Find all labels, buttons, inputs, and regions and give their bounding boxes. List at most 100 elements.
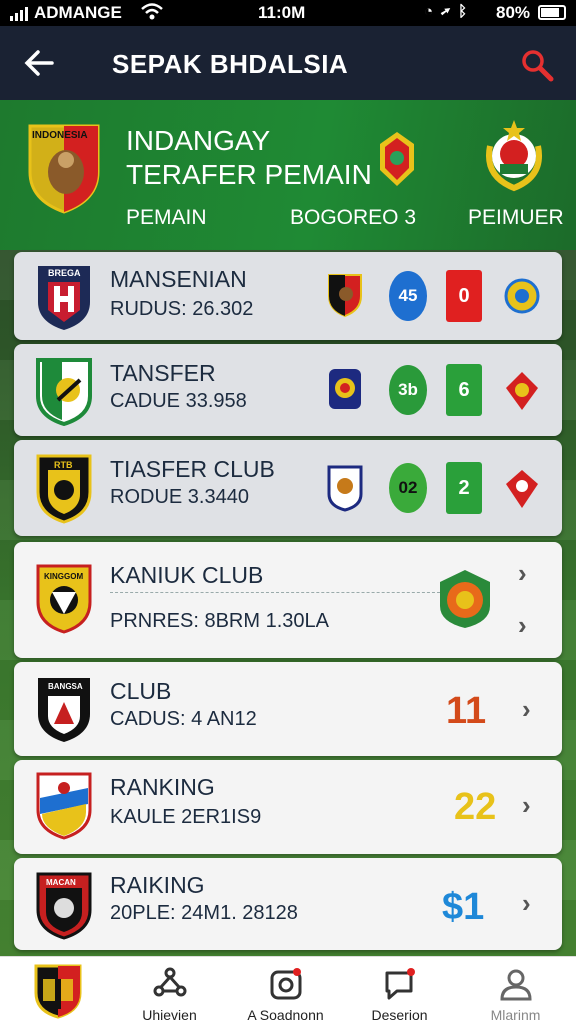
nav-item-camera[interactable]: A Soadnonn: [228, 957, 343, 1024]
club-stat: PRNRES: 8BRM 1.30LA: [110, 610, 329, 632]
nav-item-network[interactable]: Uhievien: [112, 957, 227, 1024]
chevron-right-icon[interactable]: ›: [522, 790, 531, 821]
club-crest-logo: MACAN: [34, 870, 94, 942]
nav-label: Mlarinm: [490, 1007, 541, 1023]
club-card[interactable]: BREGA MANSENIAN RUDUS: 26.302 45 0: [14, 252, 562, 340]
club-stat: KAULE 2ER1IS9: [110, 806, 262, 828]
crest-icon: [326, 464, 364, 512]
banner-label-right: PEIMUER: [468, 206, 564, 229]
club-name: RAIKING: [110, 872, 205, 898]
rank-number: 22: [454, 786, 497, 828]
nav-label: Uhievien: [142, 1007, 197, 1023]
chip-value: 45: [398, 286, 418, 305]
search-icon[interactable]: [520, 48, 554, 82]
chip-value: 02: [398, 478, 418, 497]
gold-badge-icon: [504, 276, 540, 316]
chevron-right-icon[interactable]: ›: [518, 558, 527, 589]
shield-badge-icon: [504, 468, 540, 510]
club-crest-logo: BANGSA: [34, 674, 94, 746]
club-card[interactable]: MACAN RAIKING 20PLE: 24M1. 28128 $1 ›: [14, 858, 562, 950]
club-card[interactable]: TANSFER CADUE 33.958 3b 6: [14, 344, 562, 436]
crest-icon: [326, 272, 364, 318]
club-card[interactable]: KINGGOM KANIUK CLUB PRNRES: 8BRM 1.30LA …: [14, 542, 562, 658]
club-crest-logo: RTB: [34, 452, 94, 524]
battery-icon: [538, 5, 566, 20]
chevron-right-icon[interactable]: ›: [522, 694, 531, 725]
club-crest-logo: KINGGOM: [34, 562, 94, 634]
chevron-right-icon[interactable]: ›: [518, 610, 527, 641]
club-stat: 20PLE: 24M1. 28128: [110, 902, 298, 924]
score-chip-blue: 45: [388, 270, 428, 322]
page-title: SEPAK BHDALSIA: [112, 49, 349, 79]
chip-value: 2: [458, 476, 470, 499]
chevron-right-icon[interactable]: ›: [522, 888, 531, 919]
divider: [110, 592, 440, 593]
bottom-nav: Uhievien A Soadnonn Deserion Mlarinm: [0, 956, 576, 1024]
club-crest-logo: [34, 356, 94, 428]
featured-banner[interactable]: INDONESIA INDANGAY TERAFER PEMAIN PEMAIN…: [0, 100, 576, 250]
logo-text: BANGSA: [48, 682, 83, 691]
crest-icon: [326, 366, 364, 412]
profile-icon: [499, 967, 533, 1001]
carrier-name: ADMANGE: [34, 3, 122, 22]
logo-text: MACAN: [46, 878, 76, 887]
club-card[interactable]: RANKING KAULE 2ER1IS9 22 ›: [14, 760, 562, 854]
club-name: MANSENIAN: [110, 266, 247, 292]
club-name: RANKING: [110, 774, 215, 800]
wreath-emblem-icon: [478, 116, 550, 194]
club-card[interactable]: BANGSA CLUB CADUS: 4 AN12 11 ›: [14, 662, 562, 756]
shield-badge-icon: [504, 370, 540, 412]
club-stat: CADUE 33.958: [110, 390, 247, 412]
club-stat: CADUS: 4 AN12: [110, 708, 257, 730]
back-arrow-icon[interactable]: [22, 46, 56, 86]
score-chip-green: 3b: [388, 364, 428, 416]
banner-label-left: PEMAIN: [126, 206, 207, 229]
crest-text: INDONESIA: [32, 130, 88, 141]
club-name: CLUB: [110, 678, 172, 704]
wifi-icon: [140, 2, 164, 27]
chip-value: 6: [458, 378, 470, 401]
chip-value: 0: [458, 284, 470, 307]
banner-label-mid: BOGOREO 3: [290, 206, 417, 229]
club-crest-logo: BREGA: [34, 262, 94, 334]
nav-item-chat[interactable]: Deserion: [342, 957, 457, 1024]
logo-text: BREGA: [48, 268, 81, 278]
club-name: KANIUK CLUB: [110, 562, 264, 588]
status-bar: ADMANGE 11:0M ◔➚ᛒ 80%: [0, 0, 576, 26]
clock: 11:0M: [258, 3, 306, 22]
indonesia-crest-logo: INDONESIA: [26, 122, 102, 214]
logo-text: RTB: [54, 460, 73, 470]
chip-value: 3b: [398, 380, 418, 399]
battery-percent: 80%: [496, 3, 531, 22]
logo-text: KINGGOM: [44, 572, 84, 581]
club-card[interactable]: RTB TIASFER CLUB RODUE 3.3440 02 2: [14, 440, 562, 536]
score-chip-green: 02: [388, 462, 428, 514]
club-badge-icon: [438, 568, 492, 630]
club-name: TIASFER CLUB: [110, 456, 275, 482]
network-icon: [153, 967, 187, 1001]
rank-number: 11: [446, 690, 487, 732]
club-name: TANSFER: [110, 360, 216, 386]
nav-item-profile[interactable]: Mlarinm: [458, 957, 573, 1024]
banner-line-1: INDANGAY: [126, 125, 271, 156]
nav-label: Deserion: [371, 1007, 428, 1023]
banner-heading: INDANGAY TERAFER PEMAIN: [126, 124, 372, 192]
rank-number: $1: [442, 886, 485, 928]
small-emblem-icon: [378, 130, 416, 188]
bluetooth-icon: ᛒ: [458, 3, 476, 20]
nav-label: A Soadnonn: [247, 1007, 324, 1023]
signal-icon: [10, 7, 28, 21]
score-chip-red: 0: [446, 270, 482, 322]
crest-icon: [33, 963, 83, 1019]
alarm-icon: ◔: [424, 3, 442, 20]
score-chip-green-square: 6: [446, 364, 482, 416]
nav-item-crest[interactable]: [0, 957, 115, 1024]
club-stat: RODUE 3.3440: [110, 486, 249, 508]
banner-line-2: TERAFER PEMAIN: [126, 159, 372, 190]
score-chip-green-square: 2: [446, 462, 482, 514]
chat-icon: [383, 967, 417, 1001]
camera-icon: [269, 967, 303, 1001]
location-icon: ➚: [441, 3, 459, 20]
club-stat: RUDUS: 26.302: [110, 298, 254, 320]
club-crest-logo: [34, 770, 94, 842]
